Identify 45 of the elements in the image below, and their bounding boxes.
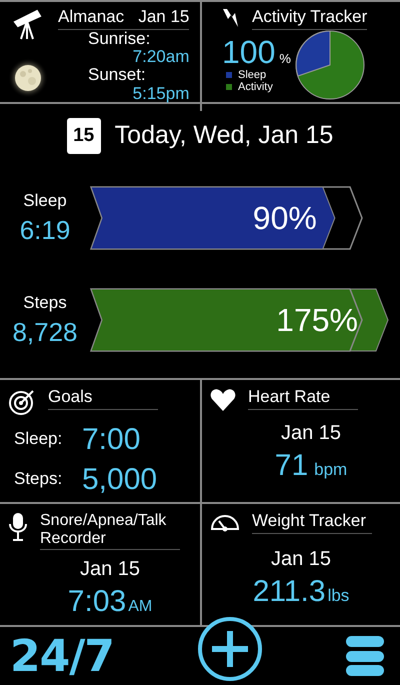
recorder-date: Jan 15 bbox=[80, 558, 140, 580]
weight-title: Weight Tracker bbox=[252, 512, 372, 534]
sunset-label: Sunset: bbox=[87, 66, 146, 85]
metric-value: 6:19 bbox=[20, 216, 70, 244]
metric-label: Steps bbox=[23, 294, 67, 313]
recorder-time-suffix: AM bbox=[128, 599, 152, 616]
weight-unit: lbs bbox=[328, 586, 350, 605]
weight-value: 211.3 bbox=[252, 576, 326, 608]
sunrise-label: Sunrise: bbox=[87, 30, 150, 48]
goal-value: 7:00 bbox=[82, 424, 140, 456]
percent-unit: % bbox=[279, 52, 291, 66]
weight-date: Jan 15 bbox=[270, 548, 332, 570]
pie-chart-drawing bbox=[294, 30, 365, 100]
metric-label: Sleep bbox=[23, 192, 67, 211]
today-heading: Today, Wed, Jan 15 bbox=[114, 122, 334, 150]
plus-icon bbox=[210, 629, 250, 669]
heart-rate-value: 71 bbox=[274, 450, 308, 482]
progress-percent: 90% bbox=[252, 200, 317, 237]
calendar-icon: 15 bbox=[66, 118, 101, 154]
heart-rate-unit: bpm bbox=[314, 461, 348, 479]
recorder-time: 7:03 bbox=[68, 586, 126, 618]
lightning-icon bbox=[222, 8, 240, 28]
sunrise-time: 7:20am bbox=[132, 48, 190, 66]
menu-button[interactable] bbox=[346, 636, 384, 676]
gauge-icon bbox=[210, 512, 240, 532]
heart-icon bbox=[210, 388, 236, 412]
legend-label: Activity bbox=[238, 81, 273, 94]
microphone-icon bbox=[8, 512, 28, 542]
progress-percent: 175% bbox=[276, 302, 358, 339]
sunset-time: 5:15pm bbox=[132, 84, 190, 103]
target-icon bbox=[8, 388, 36, 416]
activity-title: Activity Tracker bbox=[252, 8, 368, 30]
goal-label: Sleep: bbox=[14, 430, 62, 450]
goal-value: 5,000 bbox=[82, 464, 158, 495]
heart-rate-title: Heart Rate bbox=[248, 388, 358, 410]
app-logo: 24/7 bbox=[10, 630, 114, 682]
heart-rate-date: Jan 15 bbox=[280, 422, 342, 444]
activity-percent: 100 bbox=[222, 36, 276, 70]
almanac-title: Almanac Jan 15 bbox=[58, 8, 190, 30]
legend-label: Sleep bbox=[238, 69, 266, 82]
goals-title: Goals bbox=[48, 388, 158, 410]
recorder-title: Snore/Apnea/Talk Recorder bbox=[40, 512, 180, 550]
goal-label: Steps: bbox=[14, 470, 62, 489]
telescope-icon bbox=[13, 8, 43, 40]
metric-value: 8,728 bbox=[12, 318, 78, 346]
